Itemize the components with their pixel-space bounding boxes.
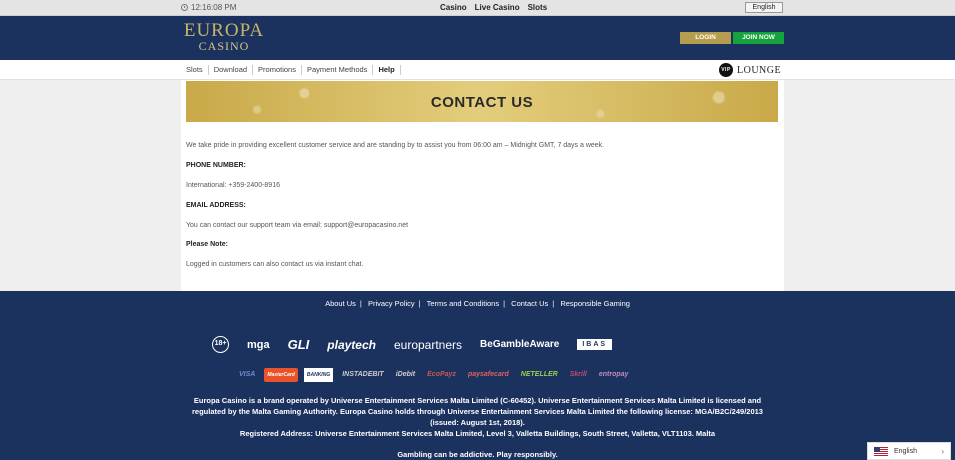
sub-nav-help[interactable]: Help bbox=[373, 65, 401, 75]
playtech-logo[interactable]: playtech bbox=[327, 338, 376, 352]
contact-banner: CONTACT US bbox=[186, 81, 778, 122]
footer-link-contact[interactable]: Contact Us bbox=[511, 299, 548, 308]
gambling-warning: Gambling can be addictive. Play responsi… bbox=[397, 450, 558, 459]
europartners-logo[interactable]: europartners bbox=[394, 338, 462, 352]
intro-text: We take pride in providing excellent cus… bbox=[186, 142, 605, 149]
sub-nav-list: Slots Download Promotions Payment Method… bbox=[181, 65, 401, 75]
vip-lounge-link[interactable]: VIP LOUNGE bbox=[719, 63, 781, 77]
partner-logos: 18+ mga GLI playtech europartners BeGamb… bbox=[212, 336, 613, 353]
banking-logo: BANKING bbox=[303, 368, 334, 382]
top-bar: 12:16:08 PM Casino Live Casino Slots Eng… bbox=[0, 0, 955, 16]
visa-logo: VISA bbox=[239, 371, 256, 378]
page-title: CONTACT US bbox=[430, 94, 534, 111]
footer-link-about[interactable]: About Us bbox=[325, 299, 356, 308]
sub-nav-payment-methods[interactable]: Payment Methods bbox=[302, 65, 374, 75]
language-widget-label: English bbox=[894, 447, 917, 455]
instadebit-logo: INSTADEBIT bbox=[342, 371, 384, 378]
neteller-logo: NETELLER bbox=[520, 371, 558, 378]
join-now-button[interactable]: JOIN NOW bbox=[733, 32, 784, 44]
us-flag-icon bbox=[874, 446, 888, 456]
ibas-logo[interactable]: IBAS bbox=[577, 339, 613, 350]
clock: 12:16:08 PM bbox=[181, 3, 236, 12]
begambleaware-logo[interactable]: BeGambleAware bbox=[480, 339, 559, 350]
footer-links: About Us | Privacy Policy | Terms and Cond… bbox=[325, 299, 630, 308]
header: EUROPA CASINO LOGIN JOIN NOW bbox=[0, 16, 955, 60]
mastercard-logo: MasterCard bbox=[264, 368, 298, 382]
age-18-icon: 18+ bbox=[212, 336, 229, 353]
logo-main: EUROPA bbox=[183, 20, 265, 41]
top-nav-live-casino[interactable]: Live Casino bbox=[475, 3, 520, 12]
language-select[interactable]: English bbox=[745, 2, 783, 13]
top-nav: Casino Live Casino Slots bbox=[440, 3, 547, 12]
note-label: Please Note: bbox=[186, 241, 229, 248]
phone-label: PHONE NUMBER: bbox=[186, 162, 246, 169]
sub-nav: Slots Download Promotions Payment Method… bbox=[0, 60, 955, 80]
idebit-logo: iDebit bbox=[395, 371, 416, 378]
entropay-logo: entropay bbox=[598, 371, 629, 378]
payment-logos: VISA MasterCard BANKING INSTADEBIT iDebi… bbox=[236, 368, 631, 382]
phone-text: International: +359-2400-8916 bbox=[186, 182, 280, 189]
chevron-right-icon: › bbox=[941, 446, 944, 456]
vip-lounge-label: LOUNGE bbox=[737, 64, 782, 76]
top-nav-casino[interactable]: Casino bbox=[440, 3, 467, 12]
footer-link-terms[interactable]: Terms and Conditions bbox=[427, 299, 500, 308]
email-label: EMAIL ADDRESS: bbox=[186, 202, 246, 209]
main-content: CONTACT US We take pride in providing ex… bbox=[181, 80, 784, 291]
sub-nav-promotions[interactable]: Promotions bbox=[253, 65, 302, 75]
email-text: You can contact our support team via ema… bbox=[186, 222, 409, 229]
clock-time: 12:16:08 PM bbox=[191, 3, 237, 12]
brand-disclaimer: Europa Casino is a brand operated by Uni… bbox=[192, 396, 763, 427]
paysafecard-logo: paysafecard bbox=[467, 371, 509, 378]
footer-link-responsible[interactable]: Responsible Gaming bbox=[560, 299, 630, 308]
footer: About Us | Privacy Policy | Terms and Cond… bbox=[0, 291, 955, 460]
logo-sub: CASINO bbox=[198, 39, 250, 53]
footer-link-privacy[interactable]: Privacy Policy bbox=[368, 299, 415, 308]
note-text: Logged in customers can also contact us … bbox=[186, 261, 364, 268]
registered-address: Registered Address: Universe Entertainme… bbox=[239, 429, 716, 438]
clock-icon bbox=[181, 4, 188, 11]
gli-logo[interactable]: GLI bbox=[288, 337, 310, 352]
skrill-logo: Skrill bbox=[569, 371, 587, 378]
login-button[interactable]: LOGIN bbox=[680, 32, 731, 44]
sub-nav-download[interactable]: Download bbox=[209, 65, 254, 75]
mga-logo[interactable]: mga bbox=[247, 339, 270, 351]
logo[interactable]: EUROPA CASINO bbox=[181, 20, 267, 53]
language-widget[interactable]: English › bbox=[867, 442, 951, 460]
sub-nav-slots[interactable]: Slots bbox=[181, 65, 209, 75]
ecopayz-logo: EcoPayz bbox=[427, 371, 456, 378]
vip-badge-icon: VIP bbox=[719, 63, 733, 77]
top-nav-slots[interactable]: Slots bbox=[528, 3, 548, 12]
